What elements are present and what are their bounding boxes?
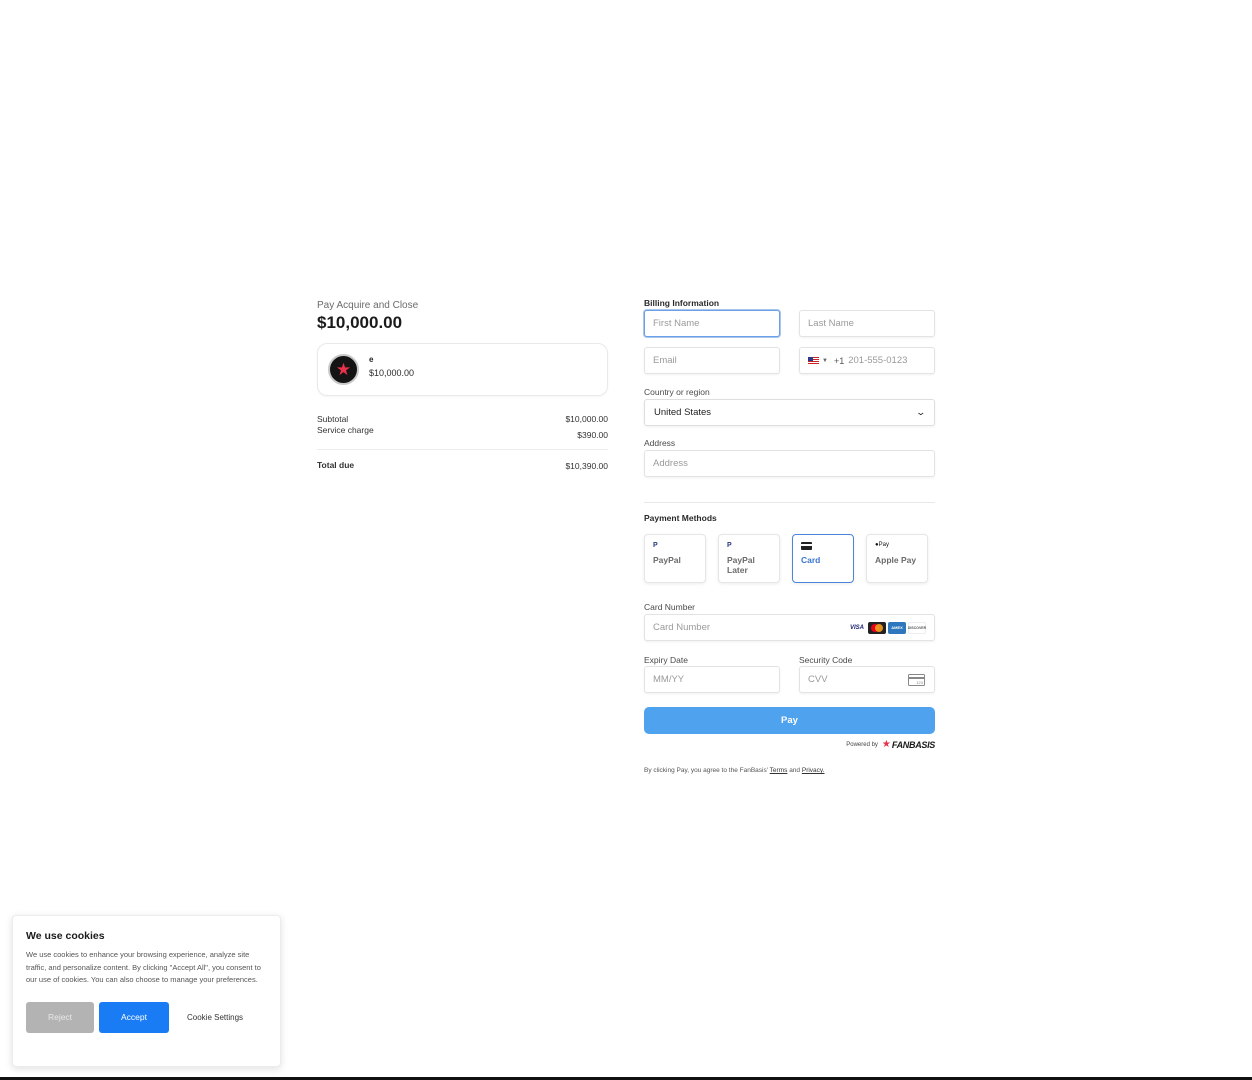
service-charge-label: Service charge (317, 425, 374, 435)
phone-country-code: +1 (833, 355, 845, 366)
apple-pay-icon: ●Pay (875, 542, 889, 548)
email-placeholder: Email (653, 355, 677, 366)
service-charge-value: $390.00 (577, 430, 608, 440)
fanbasis-logo: FANBASIS (891, 739, 935, 750)
terms-prefix: By clicking Pay, you agree to the FanBas… (644, 767, 768, 774)
address-input[interactable]: Address (644, 450, 935, 477)
chevron-down-icon: ⌄ (915, 407, 927, 417)
cvv-placeholder: CVV (808, 674, 828, 685)
phone-input[interactable]: ▼ +1 201-555-0123 (799, 347, 935, 374)
expiry-label: Expiry Date (644, 655, 688, 665)
credit-card-icon (801, 542, 812, 550)
product-info: e $10,000.00 (369, 355, 415, 378)
address-label: Address (644, 438, 676, 448)
summary-amount: $10,000.00 (317, 313, 403, 332)
card-number-label: Card Number (644, 602, 696, 612)
country-value: United States (654, 407, 712, 418)
cvv-icon-text: 123 (916, 679, 923, 685)
expiry-placeholder: MM/YY (653, 674, 685, 685)
payment-method-label: Apple Pay (875, 555, 917, 565)
security-code-input[interactable]: CVV 123 (799, 666, 935, 693)
email-input[interactable]: Email (644, 347, 780, 374)
payment-method-card[interactable]: Card (792, 534, 854, 583)
order-summary: Pay Acquire and Close $10,000.00 ★ e $10… (317, 300, 608, 471)
first-name-input[interactable]: First Name (644, 310, 780, 337)
chevron-down-icon[interactable]: ▼ (822, 358, 828, 364)
powered-by: Powered by ★ FANBASIS (644, 739, 935, 750)
card-number-input[interactable]: Card Number VISA AMEX DISCOVER (644, 614, 935, 641)
fanbasis-star-icon: ★ (328, 354, 359, 385)
subtotal-row: Subtotal $10,000.00 (317, 414, 608, 424)
cvv-card-icon: 123 (908, 673, 925, 686)
product-card: ★ e $10,000.00 (317, 343, 608, 396)
expiry-input[interactable]: MM/YY (644, 666, 780, 693)
total-row: Total due $10,390.00 (317, 460, 608, 471)
payment-method-label: PayPal Later (727, 555, 755, 575)
payment-methods-title: Payment Methods (644, 513, 717, 523)
privacy-link[interactable]: Privacy. (802, 767, 825, 774)
cookie-banner: We use cookies We use cookies to enhance… (12, 915, 281, 1067)
address-placeholder: Address (653, 458, 688, 469)
accept-button[interactable]: Accept (99, 1001, 169, 1033)
form-divider (644, 502, 935, 503)
total-value: $10,390.00 (565, 461, 608, 471)
security-code-label: Security Code (799, 655, 853, 665)
payment-method-label: Card (801, 555, 821, 565)
paypal-icon: P (727, 542, 732, 549)
billing-title: Billing Information (644, 298, 720, 308)
subtotal-value: $10,000.00 (565, 414, 608, 424)
discover-icon: DISCOVER (908, 621, 926, 634)
phone-placeholder: 201-555-0123 (848, 355, 908, 366)
powered-by-label: Powered by (846, 741, 878, 748)
cookie-settings-button[interactable]: Cookie Settings (187, 1013, 243, 1022)
subtotal-label: Subtotal (317, 414, 349, 424)
pay-button[interactable]: Pay (644, 707, 935, 734)
mastercard-icon (868, 621, 886, 634)
card-number-placeholder: Card Number (653, 622, 711, 633)
payment-method-paypal[interactable]: P PayPal (644, 534, 706, 583)
amex-icon: AMEX (888, 621, 906, 634)
summary-label: Pay Acquire and Close (317, 300, 419, 311)
product-price: $10,000.00 (369, 368, 415, 378)
cookie-title: We use cookies (26, 930, 105, 942)
product-name: e (369, 355, 374, 364)
fanbasis-star-icon: ★ (881, 739, 891, 750)
us-flag-icon[interactable] (808, 356, 819, 365)
visa-icon: VISA (848, 621, 866, 634)
country-select[interactable]: United States ⌄ (644, 399, 935, 426)
last-name-placeholder: Last Name (808, 318, 854, 329)
payment-method-label: PayPal (653, 555, 681, 565)
payment-method-paypal-later[interactable]: P PayPal Later (718, 534, 780, 583)
total-label: Total due (317, 460, 355, 470)
reject-button[interactable]: Reject (26, 1001, 94, 1033)
summary-divider (317, 449, 608, 450)
country-label: Country or region (644, 387, 710, 397)
payment-methods: P PayPal P PayPal Later Card ●Pay Apple … (644, 534, 928, 583)
terms-text: By clicking Pay, you agree to the FanBas… (644, 767, 935, 774)
last-name-input[interactable]: Last Name (799, 310, 935, 337)
cookie-actions: Reject Accept Cookie Settings (26, 1001, 267, 1033)
terms-and: and (789, 767, 801, 774)
paypal-icon: P (653, 542, 658, 549)
first-name-placeholder: First Name (653, 318, 700, 329)
service-charge-row: Service charge $390.00 (317, 425, 608, 440)
payment-method-apple-pay[interactable]: ●Pay Apple Pay (866, 534, 928, 583)
cookie-body: We use cookies to enhance your browsing … (26, 950, 261, 985)
terms-link[interactable]: Terms (770, 767, 788, 774)
card-brands: VISA AMEX DISCOVER (848, 621, 926, 634)
